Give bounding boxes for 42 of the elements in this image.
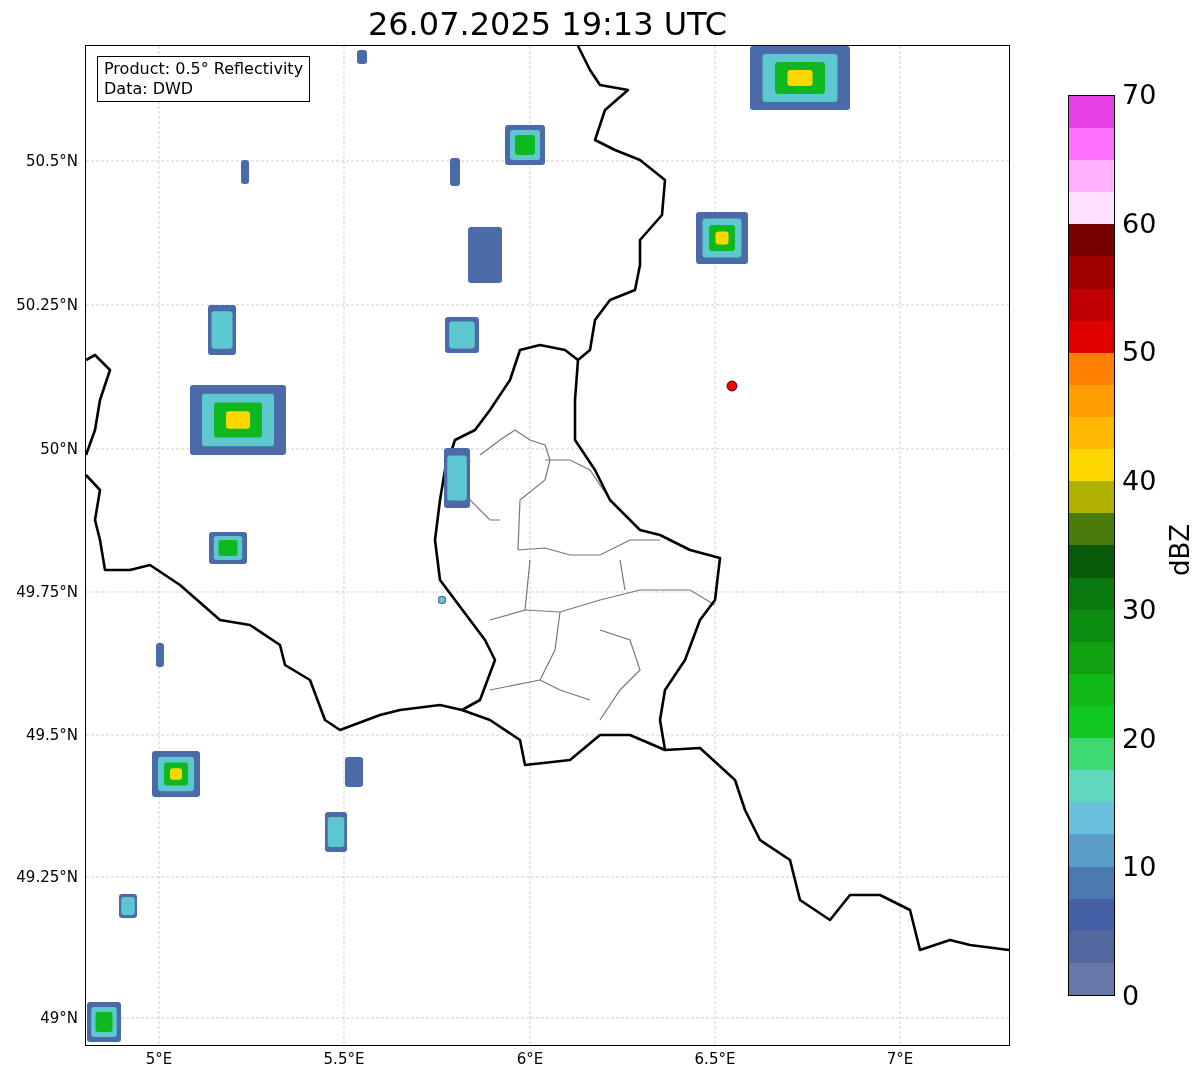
colorbar-label: dBZ <box>1163 522 1196 579</box>
radar-echo <box>156 643 164 667</box>
latitude-label: 49°N <box>40 1009 78 1027</box>
radar-echo <box>444 448 470 508</box>
location-marker <box>726 380 738 392</box>
legend-text: Product: 0.5° Reflectivity <box>104 59 304 79</box>
colorbar-tick-label: 0 <box>1122 980 1140 1012</box>
radar-echo <box>209 532 247 564</box>
radar-echo <box>450 158 460 186</box>
longitude-label: 6.5°E <box>694 1050 736 1068</box>
latitude-label: 49.75°N <box>16 583 78 601</box>
radar-echo <box>241 160 249 184</box>
radar-echo <box>208 305 236 355</box>
colorbar-tick-label: 60 <box>1122 207 1157 240</box>
radar-echo <box>325 812 347 852</box>
colorbar-tick-label: 40 <box>1122 465 1157 498</box>
longitude-label: 5.5°E <box>323 1050 365 1068</box>
latitude-label: 50.5°N <box>25 152 78 170</box>
longitude-label: 5°E <box>145 1050 173 1068</box>
latitude-label: 49.25°N <box>16 868 78 886</box>
latitude-label: 49.5°N <box>25 726 78 744</box>
longitude-label: 7°E <box>886 1050 914 1068</box>
radar-echo <box>357 50 367 64</box>
colorbar-tick-label: 30 <box>1122 593 1157 626</box>
radar-echo <box>468 227 502 283</box>
latitude-label: 50.25°N <box>16 296 78 314</box>
radar-echo <box>445 317 479 353</box>
radar-echo <box>696 212 748 264</box>
radar-echo <box>119 894 137 918</box>
longitude-label: 6°E <box>516 1050 544 1068</box>
colorbar-tick-label: 50 <box>1122 336 1157 369</box>
radar-echo <box>505 125 545 165</box>
colorbar-tick-label: 10 <box>1122 851 1157 884</box>
radar-echo <box>152 751 200 797</box>
legend-text: Data: DWD <box>104 79 195 99</box>
radar-echo <box>345 757 363 787</box>
chart-title: 26.07.2025 19:13 UTC <box>366 4 729 44</box>
radar-echo <box>438 596 446 604</box>
colorbar-tick-label: 20 <box>1122 722 1157 755</box>
radar-echo <box>87 1002 121 1042</box>
colorbar-tick-label: 70 <box>1122 79 1157 111</box>
latitude-label: 50°N <box>40 440 78 458</box>
